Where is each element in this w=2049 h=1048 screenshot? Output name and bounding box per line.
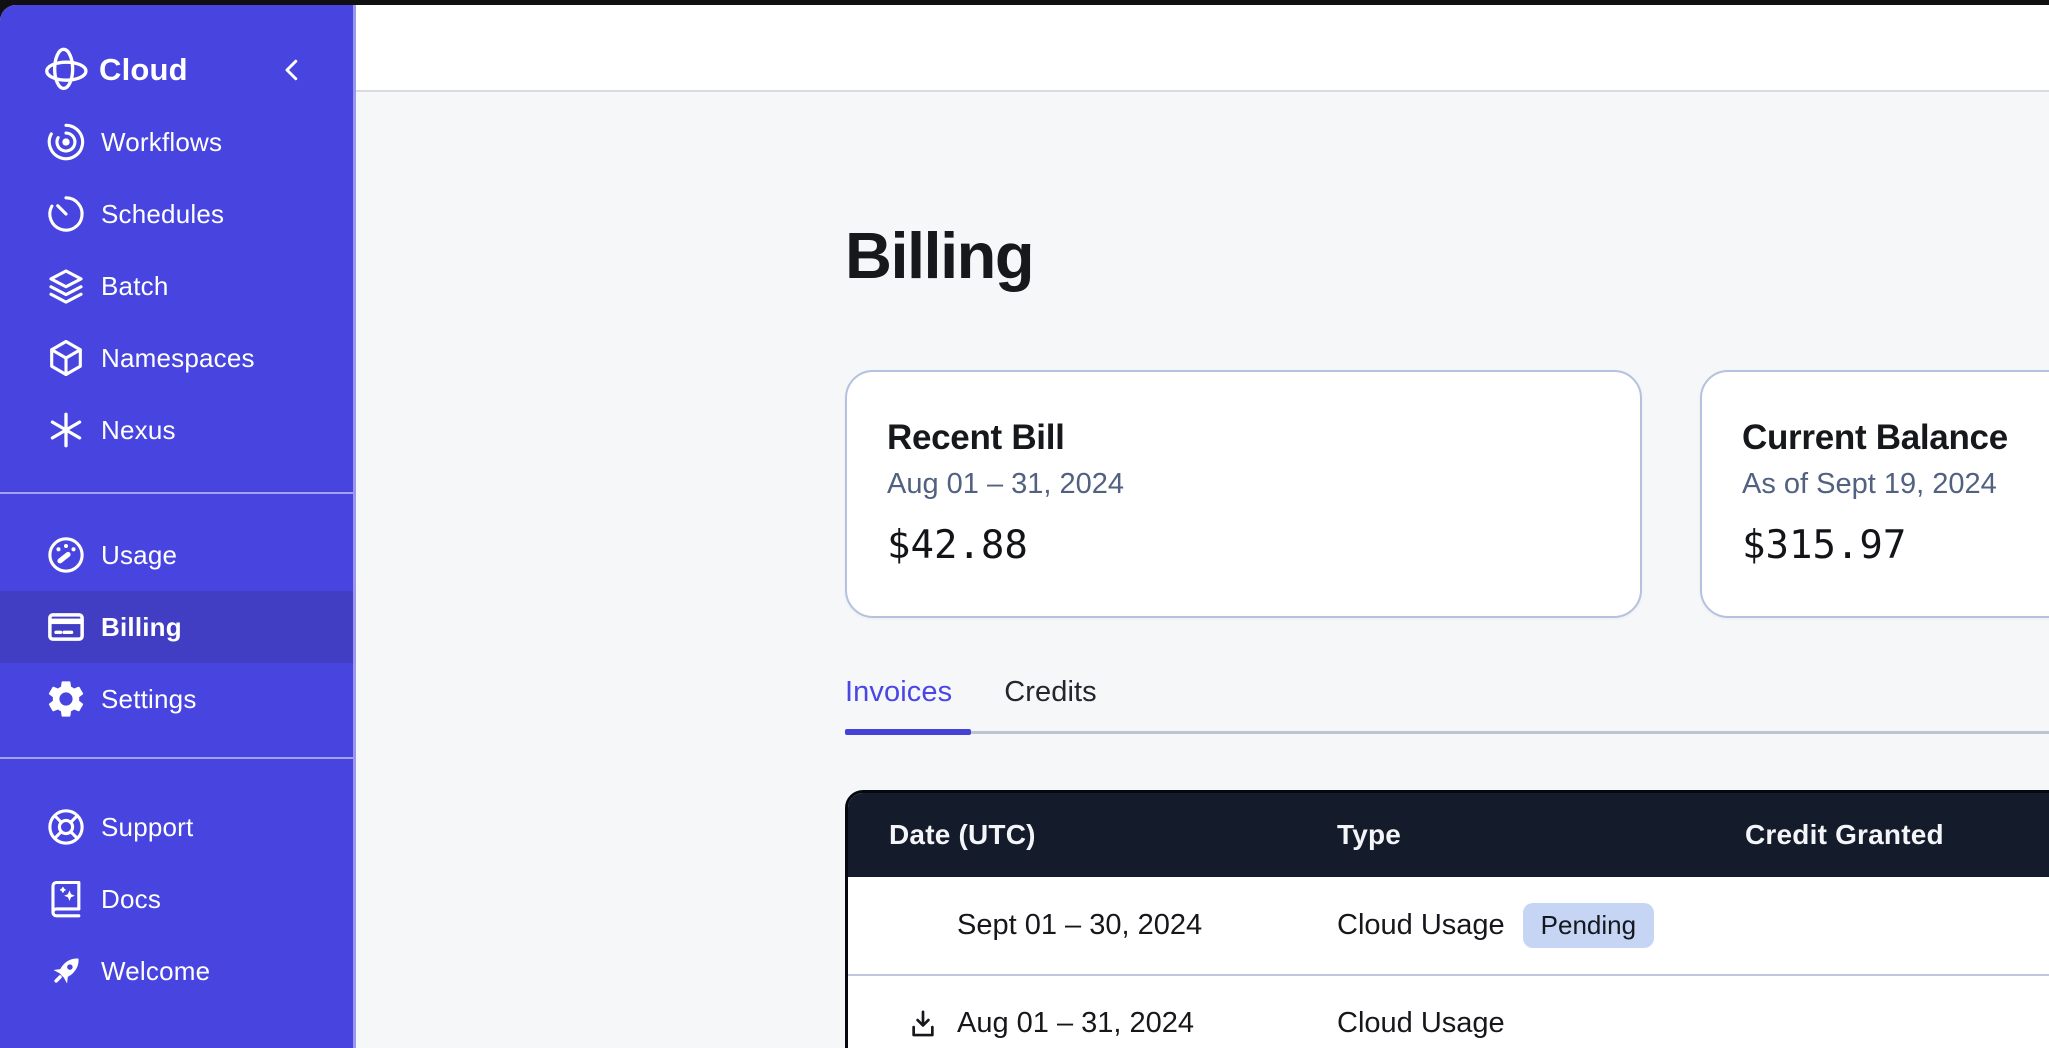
invoice-type: Cloud Usage — [1337, 1007, 1505, 1040]
table-row: Sept 01 – 30, 2024 Cloud Usage Pending — [848, 877, 2049, 974]
sidebar-item-label: Support — [101, 812, 193, 843]
sidebar-nav-help: Support Docs — [0, 791, 353, 1007]
sidebar-item-label: Docs — [101, 884, 161, 915]
screen: Cloud — [0, 0, 2049, 1048]
invoice-type: Cloud Usage — [1337, 909, 1505, 942]
settings-icon — [44, 677, 88, 721]
sidebar-item-label: Settings — [101, 684, 197, 715]
invoice-date-cell: Sept 01 – 30, 2024 — [848, 908, 1337, 944]
sidebar-brand: Cloud — [0, 34, 353, 106]
sidebar-item-label: Billing — [101, 612, 182, 643]
sidebar-item-label: Welcome — [101, 956, 210, 987]
sidebar-nav-primary: Workflows Schedules — [0, 106, 353, 466]
invoice-type-cell: Cloud Usage Pending — [1337, 903, 1745, 948]
main-area: Billing Recent Bill Aug 01 – 31, 2024 $4… — [356, 5, 2049, 1048]
sidebar-item-label: Usage — [101, 540, 177, 571]
table-header-row: Date (UTC) Type Credit Granted — [848, 793, 2049, 877]
current-balance-card: Current Balance As of Sept 19, 2024 $315… — [1700, 370, 2049, 618]
billing-content: Billing Recent Bill Aug 01 – 31, 2024 $4… — [356, 92, 2049, 1048]
tabs-baseline — [845, 731, 2049, 734]
sidebar-item-welcome[interactable]: Welcome — [0, 935, 353, 1007]
temporal-logo-icon — [38, 43, 92, 97]
sidebar-item-batch[interactable]: Batch — [0, 250, 353, 322]
recent-bill-card: Recent Bill Aug 01 – 31, 2024 $42.88 — [845, 370, 1642, 618]
sidebar-item-nexus[interactable]: Nexus — [0, 394, 353, 466]
card-title: Current Balance — [1742, 418, 2049, 458]
tab-credits[interactable]: Credits — [1004, 676, 1097, 709]
column-header-date: Date (UTC) — [848, 819, 1337, 851]
column-header-credit-granted: Credit Granted — [1745, 819, 2049, 851]
card-amount: $315.97 — [1742, 523, 2049, 568]
sidebar-item-namespaces[interactable]: Namespaces — [0, 322, 353, 394]
namespaces-icon — [44, 336, 88, 380]
sidebar-item-docs[interactable]: Docs — [0, 863, 353, 935]
billing-icon — [44, 605, 88, 649]
sidebar-item-label: Batch — [101, 271, 169, 302]
download-invoice-icon[interactable] — [905, 1006, 941, 1042]
billing-tabs: Invoices Credits — [845, 676, 1097, 709]
column-header-type: Type — [1337, 819, 1745, 851]
active-tab-underline — [845, 729, 971, 735]
card-subtitle: Aug 01 – 31, 2024 — [887, 468, 1600, 501]
nexus-icon — [44, 408, 88, 452]
download-slot-empty — [905, 908, 941, 944]
welcome-icon — [44, 949, 88, 993]
table-row: Aug 01 – 31, 2024 Cloud Usage — [848, 974, 2049, 1048]
tab-invoices[interactable]: Invoices — [845, 676, 952, 709]
summary-cards-row: Recent Bill Aug 01 – 31, 2024 $42.88 Cur… — [845, 370, 2049, 618]
sidebar-item-label: Nexus — [101, 415, 176, 446]
sidebar-item-label: Workflows — [101, 127, 222, 158]
usage-icon — [44, 533, 88, 577]
app-window: Cloud — [0, 5, 2049, 1048]
status-badge: Pending — [1523, 903, 1654, 948]
sidebar-collapse-button[interactable] — [275, 50, 309, 90]
sidebar-item-billing[interactable]: Billing — [0, 591, 353, 663]
page-title: Billing — [845, 218, 1033, 293]
support-icon — [44, 805, 88, 849]
sidebar-item-support[interactable]: Support — [0, 791, 353, 863]
invoice-type-cell: Cloud Usage — [1337, 1007, 1745, 1040]
sidebar-item-workflows[interactable]: Workflows — [0, 106, 353, 178]
sidebar: Cloud — [0, 5, 356, 1048]
brand-label: Cloud — [99, 52, 188, 88]
batch-icon — [44, 264, 88, 308]
sidebar-item-label: Namespaces — [101, 343, 255, 374]
sidebar-nav-account: Usage Billing — [0, 519, 353, 735]
card-subtitle: As of Sept 19, 2024 — [1742, 468, 2049, 501]
sidebar-item-label: Schedules — [101, 199, 224, 230]
card-title: Recent Bill — [887, 418, 1600, 458]
chevron-left-icon — [277, 51, 307, 89]
top-bar — [356, 5, 2049, 92]
invoice-date-cell: Aug 01 – 31, 2024 — [848, 1006, 1337, 1042]
invoice-date: Aug 01 – 31, 2024 — [957, 1007, 1194, 1040]
card-amount: $42.88 — [887, 523, 1600, 568]
sidebar-item-settings[interactable]: Settings — [0, 663, 353, 735]
sidebar-divider — [0, 492, 353, 494]
invoices-table: Date (UTC) Type Credit Granted Sept 01 –… — [845, 790, 2049, 1048]
schedules-icon — [44, 192, 88, 236]
docs-icon — [44, 877, 88, 921]
sidebar-item-usage[interactable]: Usage — [0, 519, 353, 591]
workflows-icon — [44, 120, 88, 164]
sidebar-divider — [0, 757, 353, 759]
invoice-date: Sept 01 – 30, 2024 — [957, 909, 1202, 942]
sidebar-item-schedules[interactable]: Schedules — [0, 178, 353, 250]
